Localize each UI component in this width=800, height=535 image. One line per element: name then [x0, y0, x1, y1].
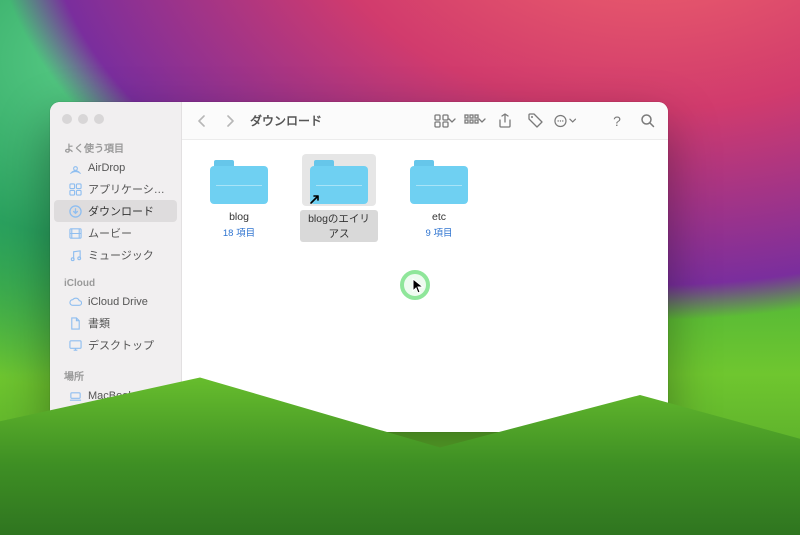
laptop-icon: [68, 389, 82, 403]
sidebar-item-label: ダウンロード: [88, 203, 154, 219]
sidebar-item-label: ムービー: [88, 225, 132, 241]
folder-item[interactable]: blogのエイリアス: [300, 154, 378, 242]
sidebar-item-label: MacBook Air: [88, 390, 150, 402]
sidebar-section-header: 場所: [50, 364, 181, 386]
share-button[interactable]: [494, 110, 516, 132]
tags-button[interactable]: [524, 110, 546, 132]
sidebar-item-desktop[interactable]: デスクトップ: [54, 334, 177, 356]
desktop-wallpaper: よく使う項目AirDropアプリケーシ…ダウンロードムービーミュージックiClo…: [0, 0, 800, 535]
sidebar-item-airdrop[interactable]: AirDrop: [54, 158, 177, 178]
sidebar-section-header: iCloud: [50, 274, 181, 292]
finder-window: よく使う項目AirDropアプリケーシ…ダウンロードムービーミュージックiClo…: [50, 102, 668, 432]
sidebar-item-music[interactable]: ミュージック: [54, 244, 177, 266]
sidebar-section-header: よく使う項目: [50, 136, 181, 158]
view-mode-button[interactable]: [434, 110, 456, 132]
sidebar-item-label: AirDrop: [88, 162, 125, 174]
folder-item-count: 18 項目: [223, 225, 255, 239]
download-icon: [68, 204, 82, 218]
doc-icon: [68, 316, 82, 330]
group-by-button[interactable]: [464, 110, 486, 132]
cloud-icon: [68, 295, 82, 309]
toolbar: ダウンロード: [182, 102, 668, 140]
sidebar-item-doc[interactable]: 書類: [54, 312, 177, 334]
sidebar-item-label: 書類: [88, 315, 110, 331]
sidebar: よく使う項目 AirDrop アプリケーシ… ダウンロードムービーミュージック iClo…: [50, 102, 182, 432]
zoom-dot[interactable]: [94, 114, 104, 124]
help-button[interactable]: ?: [606, 110, 628, 132]
close-dot[interactable]: [62, 114, 72, 124]
cursor-icon: [412, 278, 424, 299]
movie-icon: [68, 226, 82, 240]
window-title: ダウンロード: [250, 112, 322, 129]
sidebar-item-label: iCloud Drive: [88, 296, 148, 308]
sidebar-item-cloud[interactable]: iCloud Drive: [54, 292, 177, 312]
folder-icon: [402, 154, 476, 206]
sidebar-item-label: ミュージック: [88, 247, 154, 263]
folder-name: etc: [428, 210, 450, 224]
sidebar-item-label: アプリケーシ…: [88, 181, 165, 197]
folder-item[interactable]: etc9 項目: [400, 154, 478, 239]
window-controls: [50, 110, 181, 134]
minimize-dot[interactable]: [78, 114, 88, 124]
search-button[interactable]: [636, 110, 658, 132]
alias-badge-icon: [308, 192, 322, 206]
content-area[interactable]: blog18 項目 blogのエイリアス etc9 項目: [182, 140, 668, 432]
desktop-icon: [68, 338, 82, 352]
airdrop-icon: [68, 161, 82, 175]
sidebar-item-download[interactable]: ダウンロード: [54, 200, 177, 222]
folder-item-count: 9 項目: [426, 225, 453, 239]
back-button[interactable]: [192, 111, 212, 131]
sidebar-item-apps[interactable]: アプリケーシ…: [54, 178, 177, 200]
folder-item[interactable]: blog18 項目: [200, 154, 278, 239]
folder-name: blogのエイリアス: [300, 210, 378, 242]
main-pane: ダウンロード: [182, 102, 668, 432]
folder-icon: [302, 154, 376, 206]
music-icon: [68, 248, 82, 262]
folder-icon: [202, 154, 276, 206]
action-menu-button[interactable]: [554, 110, 576, 132]
apps-icon: [68, 182, 82, 196]
folder-name: blog: [225, 210, 253, 224]
sidebar-item-movie[interactable]: ムービー: [54, 222, 177, 244]
sidebar-item-label: デスクトップ: [88, 337, 154, 353]
sidebar-item-laptop[interactable]: MacBook Air: [54, 386, 177, 406]
forward-button[interactable]: [220, 111, 240, 131]
